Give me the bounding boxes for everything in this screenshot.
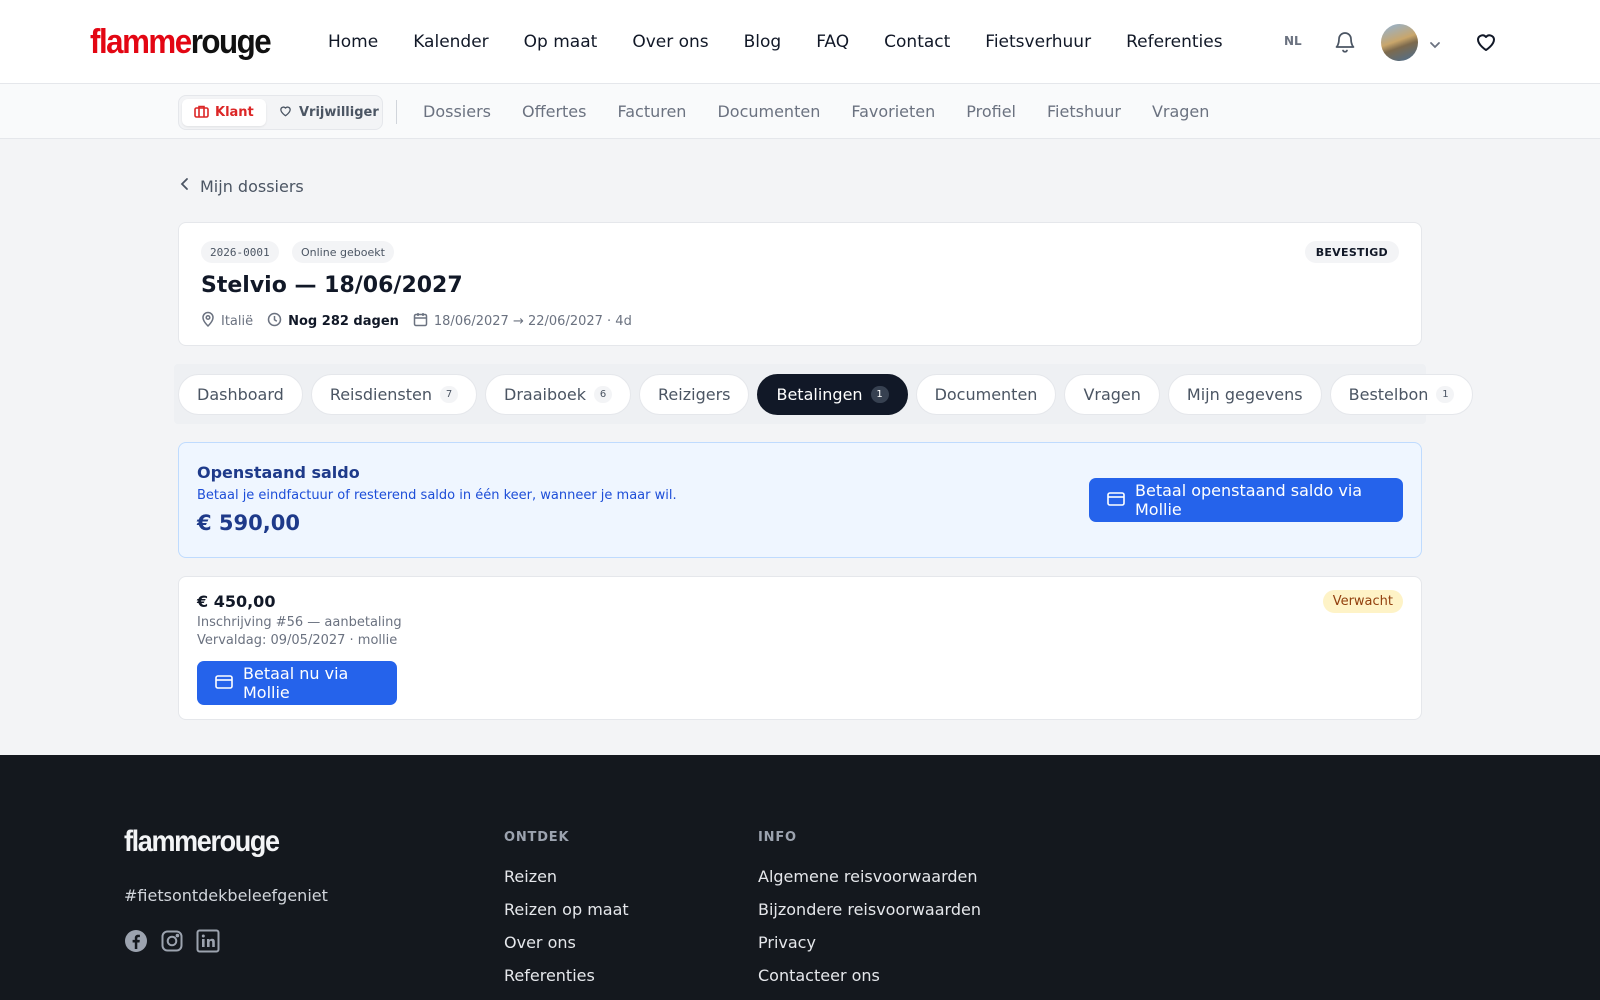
linkedin-icon[interactable] bbox=[196, 929, 220, 953]
heart-icon bbox=[278, 104, 293, 122]
footer-column-ontdek: ONTDEK Reizen Reizen op maat Over ons Re… bbox=[504, 830, 629, 999]
pay-now-button[interactable]: Betaal nu via Mollie bbox=[197, 661, 397, 705]
site-footer: flammerouge #fietsontdekbeleefgeniet ONT… bbox=[0, 755, 1600, 1000]
payment-card: € 450,00 Inschrijving #56 — aanbetaling … bbox=[178, 576, 1422, 720]
tab-reisdiensten[interactable]: Reisdiensten 7 bbox=[310, 374, 478, 415]
footer-column-info: INFO Algemene reisvoorwaarden Bijzondere… bbox=[758, 830, 981, 999]
top-header: flammerouge Home Kalender Op maat Over o… bbox=[0, 0, 1600, 84]
footer-link-reizen-op-maat[interactable]: Reizen op maat bbox=[504, 900, 629, 933]
nav-home[interactable]: Home bbox=[328, 32, 378, 52]
subnav-documenten[interactable]: Documenten bbox=[717, 102, 820, 121]
footer-link-referenties[interactable]: Referenties bbox=[504, 966, 629, 999]
tab-vragen[interactable]: Vragen bbox=[1064, 374, 1160, 415]
instagram-icon[interactable] bbox=[160, 929, 184, 953]
tab-reizigers[interactable]: Reizigers bbox=[639, 374, 750, 415]
dossier-meta: Italië Nog 282 dagen 18/06/2027 → 22/06/… bbox=[201, 311, 646, 331]
account-nav: Dossiers Offertes Facturen Documenten Fa… bbox=[423, 84, 1209, 139]
tab-count-badge: 1 bbox=[870, 386, 889, 403]
main-nav: Home Kalender Op maat Over ons Blog FAQ … bbox=[328, 0, 1223, 84]
tab-documenten[interactable]: Documenten bbox=[915, 374, 1057, 415]
footer-logo[interactable]: flammerouge bbox=[124, 825, 280, 859]
facebook-icon[interactable] bbox=[124, 929, 148, 953]
meta-location: Italië bbox=[201, 311, 253, 331]
subnav-offertes[interactable]: Offertes bbox=[522, 102, 587, 121]
role-klant-button[interactable]: Klant bbox=[182, 99, 266, 126]
tab-betalingen[interactable]: Betalingen 1 bbox=[757, 374, 908, 415]
footer-link-privacy[interactable]: Privacy bbox=[758, 933, 981, 966]
tab-count-badge: 6 bbox=[594, 386, 613, 403]
social-links bbox=[124, 929, 220, 953]
footer-link-reizen[interactable]: Reizen bbox=[504, 867, 629, 900]
footer-link-algemene-voorwaarden[interactable]: Algemene reisvoorwaarden bbox=[758, 867, 981, 900]
nav-over-ons[interactable]: Over ons bbox=[632, 32, 708, 52]
meta-dates: 18/06/2027 → 22/06/2027 · 4d bbox=[413, 312, 632, 331]
subnav-fietshuur[interactable]: Fietshuur bbox=[1047, 102, 1121, 121]
tab-dashboard[interactable]: Dashboard bbox=[178, 374, 303, 415]
payment-amount: € 450,00 bbox=[197, 592, 276, 611]
pay-balance-button[interactable]: Betaal openstaand saldo via Mollie bbox=[1089, 478, 1403, 522]
avatar[interactable] bbox=[1381, 24, 1418, 61]
credit-card-icon bbox=[215, 674, 233, 693]
footer-link-contacteer-ons[interactable]: Contacteer ons bbox=[758, 966, 981, 999]
nav-faq[interactable]: FAQ bbox=[816, 32, 849, 52]
payment-status-badge: Verwacht bbox=[1322, 590, 1403, 613]
meta-countdown: Nog 282 dagen bbox=[267, 312, 399, 331]
briefcase-icon bbox=[194, 104, 209, 122]
nav-fietsverhuur[interactable]: Fietsverhuur bbox=[985, 32, 1091, 52]
nav-contact[interactable]: Contact bbox=[884, 32, 950, 52]
tab-count-badge: 1 bbox=[1436, 386, 1455, 403]
dossier-code-badge: 2026-0001 bbox=[201, 241, 279, 263]
subnav-dossiers[interactable]: Dossiers bbox=[423, 102, 491, 121]
dossier-tabs: Dashboard Reisdiensten 7 Draaiboek 6 Reizi… bbox=[174, 364, 1474, 424]
status-badge: BEVESTIGD bbox=[1304, 241, 1399, 263]
calendar-icon bbox=[413, 312, 428, 331]
footer-column-title: INFO bbox=[758, 830, 797, 845]
site-logo[interactable]: flammerouge bbox=[90, 22, 272, 62]
tab-mijn-gegevens[interactable]: Mijn gegevens bbox=[1167, 374, 1322, 415]
role-vrijwilliger-button[interactable]: Vrijwilliger bbox=[266, 99, 391, 126]
clock-icon bbox=[267, 312, 282, 331]
nav-kalender[interactable]: Kalender bbox=[413, 32, 488, 52]
subnav-profiel[interactable]: Profiel bbox=[966, 102, 1016, 121]
payment-due-date: Vervaldag: 09/05/2027 · mollie bbox=[197, 633, 398, 648]
footer-tagline: #fietsontdekbeleefgeniet bbox=[124, 886, 328, 905]
role-switch: Klant Vrijwilliger bbox=[178, 95, 383, 130]
subnav-vragen[interactable]: Vragen bbox=[1152, 102, 1209, 121]
nav-blog[interactable]: Blog bbox=[744, 32, 782, 52]
balance-amount: € 590,00 bbox=[197, 511, 300, 535]
nav-referenties[interactable]: Referenties bbox=[1126, 32, 1223, 52]
tab-bestelbon[interactable]: Bestelbon 1 bbox=[1329, 374, 1474, 415]
dossier-title: Stelvio — 18/06/2027 bbox=[201, 273, 463, 298]
account-subnav-bar: Klant Vrijwilliger Dossiers Offertes Fac… bbox=[0, 84, 1600, 139]
payment-description: Inschrijving #56 — aanbetaling bbox=[197, 615, 402, 630]
credit-card-icon bbox=[1107, 491, 1125, 510]
chevron-down-icon[interactable] bbox=[1428, 36, 1442, 49]
nav-op-maat[interactable]: Op maat bbox=[524, 32, 598, 52]
chevron-left-icon bbox=[180, 176, 190, 196]
back-link[interactable]: Mijn dossiers bbox=[180, 176, 304, 196]
tab-count-badge: 7 bbox=[440, 386, 459, 403]
dossier-header-card: 2026-0001 Online geboekt BEVESTIGD Stelv… bbox=[178, 222, 1422, 346]
booking-channel-badge: Online geboekt bbox=[292, 241, 394, 263]
language-switcher[interactable]: NL bbox=[1284, 34, 1302, 48]
bell-icon[interactable] bbox=[1333, 29, 1357, 55]
footer-link-over-ons[interactable]: Over ons bbox=[504, 933, 629, 966]
heart-icon[interactable] bbox=[1474, 30, 1498, 54]
outstanding-balance-panel: Openstaand saldo Betaal je eindfactuur o… bbox=[178, 442, 1422, 558]
subnav-favorieten[interactable]: Favorieten bbox=[851, 102, 935, 121]
footer-column-title: ONTDEK bbox=[504, 830, 570, 845]
balance-subtitle: Betaal je eindfactuur of resterend saldo… bbox=[197, 488, 677, 503]
map-pin-icon bbox=[201, 311, 215, 331]
divider bbox=[396, 100, 397, 124]
tab-draaiboek[interactable]: Draaiboek 6 bbox=[485, 374, 632, 415]
footer-link-bijzondere-voorwaarden[interactable]: Bijzondere reisvoorwaarden bbox=[758, 900, 981, 933]
subnav-facturen[interactable]: Facturen bbox=[617, 102, 686, 121]
balance-title: Openstaand saldo bbox=[197, 463, 360, 482]
